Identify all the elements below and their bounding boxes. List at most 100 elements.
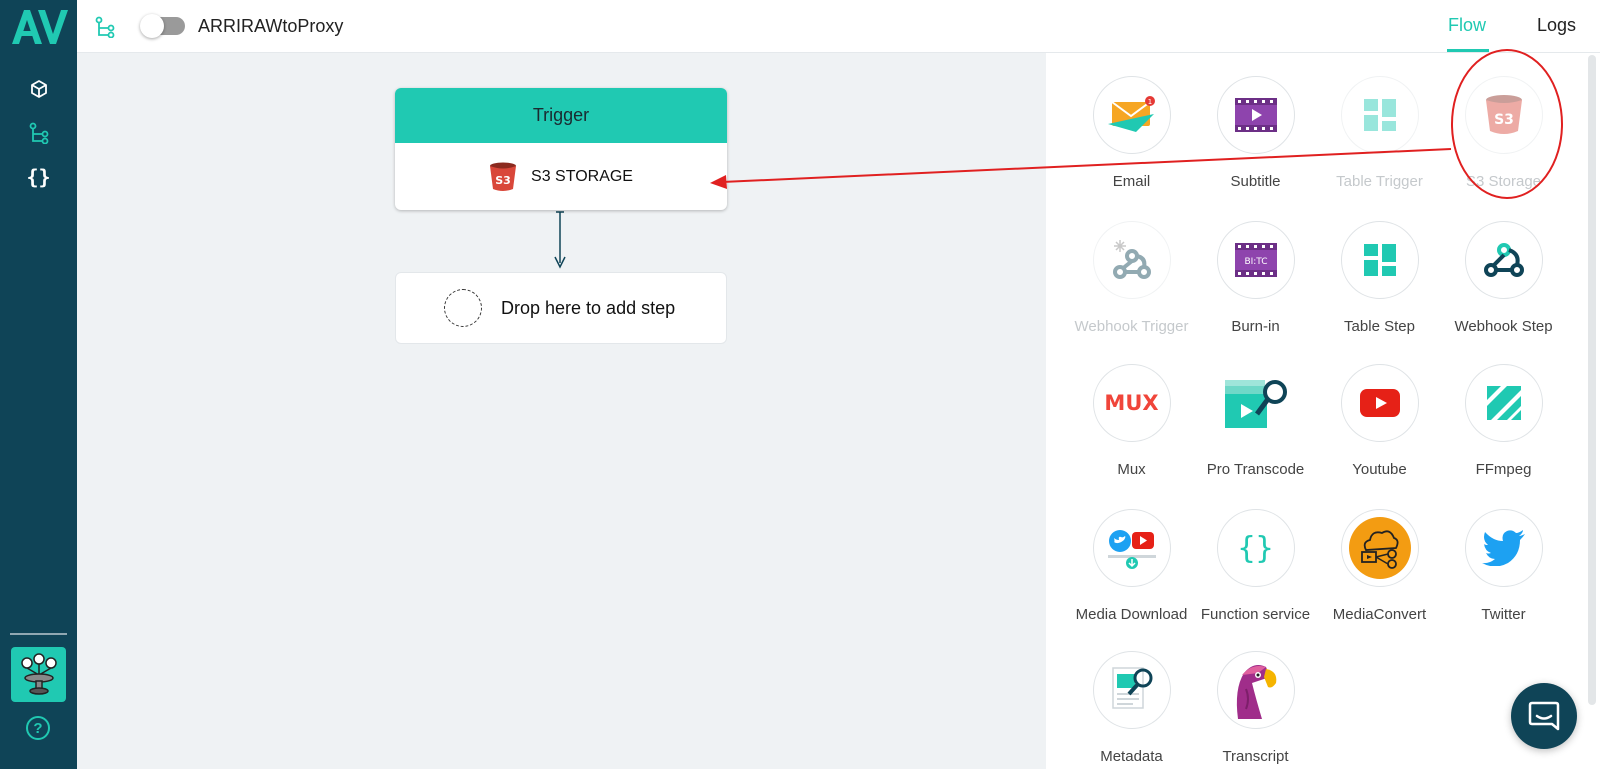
palette-item-email[interactable]: 1 Email [1068,76,1195,190]
palette-item-transcript[interactable]: Transcript [1192,651,1319,765]
palette-item-icon-wrap [1217,364,1295,442]
palette-item-icon-wrap [1092,651,1171,729]
robot-avatar-icon [20,652,57,695]
palette-item-s3-storage[interactable]: S3 S3 Storage [1440,76,1567,190]
palette-item-icon-wrap [1464,509,1543,587]
palette-item-label: Function service [1200,606,1311,623]
palette-item-label: Metadata [1100,748,1163,765]
palette-item-label: Youtube [1352,461,1407,478]
palette-item-table-trigger[interactable]: Table Trigger [1316,76,1443,190]
palette-item-burn-in[interactable]: BI:TC Burn-in [1192,221,1319,335]
palette-item-ffmpeg[interactable]: FFmpeg [1440,364,1567,478]
palette-item-icon-wrap [1340,364,1419,442]
youtube-icon [1359,389,1400,417]
palette-item-icon-wrap: 1 [1092,76,1171,154]
palette-item-mux[interactable]: MUX Mux [1068,364,1195,478]
workflow-enable-toggle[interactable] [140,14,185,38]
palette-item-icon-wrap [1464,364,1543,442]
palette-scrollbar[interactable] [1588,55,1596,705]
tab-logs[interactable]: Logs [1537,15,1576,36]
palette-item-metadata[interactable]: Metadata [1068,651,1195,765]
palette-item-icon-wrap [1092,509,1171,587]
webhook-trigger-icon [1112,240,1151,279]
svg-text:1: 1 [1147,98,1151,106]
sidebar-item-functions[interactable]: {} [0,162,77,192]
palette-item-twitter[interactable]: Twitter [1440,509,1567,623]
chat-icon [1528,701,1560,731]
palette-item-label: Transcript [1222,748,1289,765]
palette-item-subtitle[interactable]: Subtitle [1192,76,1319,190]
chat-widget-button[interactable] [1511,683,1577,749]
braces-icon: {} [26,165,51,189]
palette-item-icon-wrap: BI:TC [1216,221,1295,299]
burn-in-icon: BI:TC [1234,243,1277,277]
drop-zone[interactable]: Drop here to add step [395,272,727,344]
step-palette: 1 Email Subtitle Table Trigger S3 S3 Sto… [1046,53,1598,769]
palette-item-label: Webhook Step [1454,318,1553,335]
palette-item-label: Email [1112,173,1151,190]
palette-item-label: Webhook Trigger [1074,318,1189,335]
palette-item-label: S3 Storage [1465,173,1542,190]
mediaconvert-icon [1348,517,1411,579]
sidebar-item-flows[interactable] [0,118,77,148]
transcript-icon [1236,665,1276,719]
metadata-icon [1111,667,1152,709]
tab-flow-active-indicator [1447,49,1489,52]
flow-canvas[interactable]: Trigger S3 S3 STORAGE Drop here to add s… [77,53,1046,769]
workflow-name: ARRIRAWtoProxy [198,16,344,36]
s3-bucket-icon: S3 [490,162,517,191]
table-trigger-icon [1363,99,1396,131]
palette-item-webhook-trigger[interactable]: Webhook Trigger [1068,221,1195,335]
palette-item-label: Media Download [1075,606,1188,623]
flow-icon [29,122,48,144]
palette-item-youtube[interactable]: Youtube [1316,364,1443,478]
tab-flow[interactable]: Flow [1448,15,1486,36]
palette-item-icon-wrap [1340,221,1419,299]
app-logo[interactable] [10,6,68,46]
subtitle-icon [1234,98,1277,132]
s3-storage-icon: S3 [1485,95,1522,134]
media-download-icon [1107,530,1156,569]
palette-item-label: Mux [1117,461,1146,478]
palette-item-media-download[interactable]: Media Download [1068,509,1195,623]
sidebar-divider [10,633,67,635]
palette-item-mediaconvert[interactable]: MediaConvert [1316,509,1443,623]
palette-item-icon-wrap [1464,221,1543,299]
sidebar-item-assets[interactable] [0,74,77,104]
trigger-title: Trigger [395,88,727,143]
drop-placeholder-icon [444,289,482,327]
pro-transcode-icon [1224,380,1287,428]
help-icon[interactable]: ? [26,716,50,740]
burn-in-badge: BI:TC [1244,257,1267,267]
palette-item-icon-wrap: MUX [1092,364,1171,442]
palette-item-function-service[interactable]: {} Function service [1192,509,1319,623]
palette-item-pro-transcode[interactable]: Pro Transcode [1192,364,1319,478]
trigger-service-label: S3 STORAGE [531,167,633,185]
palette-item-icon-wrap [1216,651,1295,729]
flow-icon[interactable] [95,16,115,38]
mux-icon: MUX [1104,391,1159,415]
palette-item-label: Subtitle [1230,173,1281,190]
svg-text:S3: S3 [495,174,511,187]
palette-item-label: Burn-in [1231,318,1280,335]
palette-item-icon-wrap: {} [1216,509,1295,587]
svg-text:S3: S3 [1494,112,1514,128]
palette-item-icon-wrap [1340,76,1419,154]
cube-icon [30,80,47,98]
palette-item-table-step[interactable]: Table Step [1316,221,1443,335]
palette-item-icon-wrap [1216,76,1295,154]
trigger-service[interactable]: S3 S3 STORAGE [395,143,727,210]
trigger-card[interactable]: Trigger S3 S3 STORAGE [395,88,727,210]
palette-item-label: FFmpeg [1475,461,1532,478]
drop-zone-label: Drop here to add step [501,297,676,318]
table-step-icon [1363,244,1396,276]
toggle-knob [140,14,164,38]
top-bar: ARRIRAWtoProxy Flow Logs [77,0,1600,53]
sidebar: {} ? [0,0,77,769]
twitter-icon [1481,530,1525,566]
avatar[interactable] [11,647,66,702]
function-service-icon: {} [1237,530,1274,566]
palette-item-webhook-step[interactable]: Webhook Step [1440,221,1567,335]
ffmpeg-icon [1486,386,1521,420]
palette-item-icon-wrap: S3 [1464,76,1543,154]
